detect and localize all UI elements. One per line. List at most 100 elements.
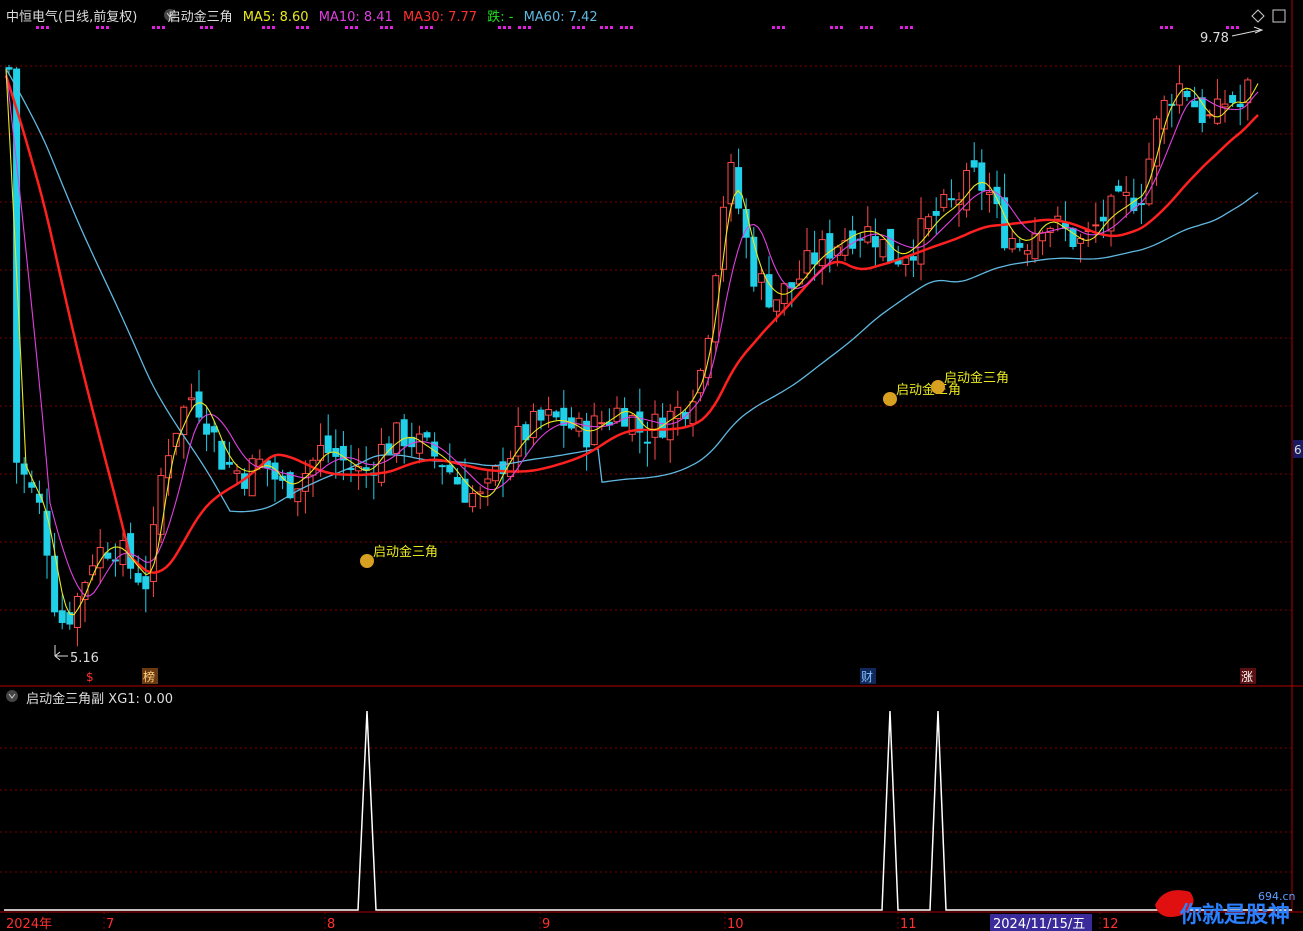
candle: [446, 443, 454, 475]
candle: [985, 172, 993, 213]
candle: [894, 245, 902, 267]
low-price-label: 5.16: [70, 651, 99, 666]
event-dot: [1165, 26, 1168, 29]
candle: [66, 601, 74, 630]
candle: [1046, 226, 1054, 248]
event-dot: [1226, 26, 1229, 29]
event-dot: [630, 26, 633, 29]
candle: [1069, 227, 1077, 250]
candle: [978, 149, 986, 211]
sub-indicator-name[interactable]: 启动金三角副: [26, 692, 104, 707]
event-dot: [157, 26, 160, 29]
x-axis-label-oct: 10: [727, 917, 744, 931]
chart-header: 中恒电气(日线,前复权) 启动金三角 MA5: 8.60 MA10: 8.41 …: [6, 6, 604, 25]
candle: [491, 464, 499, 486]
candle: [765, 256, 773, 309]
event-dot: [523, 26, 526, 29]
moving-averages: [4, 68, 1259, 616]
event-dot: [600, 26, 603, 29]
event-dot: [508, 26, 511, 29]
candle: [750, 227, 758, 292]
event-dot: [96, 26, 99, 29]
candle: [165, 438, 173, 496]
candle: [195, 370, 203, 424]
coin-icon: [931, 380, 945, 394]
ma30-value: MA30: 7.77: [402, 10, 478, 25]
event-marker-bang: 榜: [143, 669, 155, 684]
diamond-icon[interactable]: [1251, 9, 1265, 23]
event-dot: [267, 26, 270, 29]
sub-chart-header: 启动金三角副 XG1: 0.00: [4, 688, 173, 707]
candle: [1039, 230, 1047, 256]
candle: [1115, 179, 1123, 193]
x-axis-label-aug: 8: [327, 917, 335, 931]
event-dot: [296, 26, 299, 29]
event-dot: [840, 26, 843, 29]
coin-icon: [883, 392, 897, 406]
candle: [742, 198, 750, 259]
event-dot: [830, 26, 833, 29]
event-dot: [162, 26, 165, 29]
window-icon[interactable]: [1272, 9, 1286, 23]
event-dot: [1236, 26, 1239, 29]
coin-icon: [360, 554, 374, 568]
event-dot: [782, 26, 785, 29]
event-dot: [210, 26, 213, 29]
candle: [871, 218, 879, 269]
event-dot: [200, 26, 203, 29]
candle: [1054, 206, 1062, 232]
event-dot: [345, 26, 348, 29]
candle: [613, 396, 621, 424]
event-dot: [870, 26, 873, 29]
signal-label: 启动金三角: [944, 370, 1009, 386]
sub-indicator-value: XG1: 0.00: [108, 692, 174, 707]
candle: [149, 506, 157, 598]
event-dot: [900, 26, 903, 29]
event-dot: [865, 26, 868, 29]
candle: [476, 486, 484, 509]
event-dot: [577, 26, 580, 29]
candlesticks: [5, 64, 1252, 647]
chart-canvas: 启动金三角启动金三角启动金三角 9.78 5.16 6 $ 榜 财 涨 2024…: [0, 0, 1303, 931]
high-price-label: 9.78: [1200, 31, 1229, 46]
event-dot: [262, 26, 265, 29]
candle: [552, 409, 560, 421]
event-dot: [582, 26, 585, 29]
stock-title[interactable]: 中恒电气(日线,前复权): [6, 10, 137, 25]
ma60-value: MA60: 7.42: [523, 10, 598, 25]
event-dot: [355, 26, 358, 29]
event-marker-zhang: 涨: [1241, 669, 1253, 684]
xg1-line: [4, 710, 1292, 911]
event-dot: [1160, 26, 1163, 29]
candle: [917, 197, 925, 281]
candle: [1031, 217, 1039, 264]
event-dot: [625, 26, 628, 29]
candle: [529, 403, 537, 446]
event-dot: [572, 26, 575, 29]
event-dot: [430, 26, 433, 29]
candle: [1213, 78, 1221, 125]
candle: [134, 555, 142, 586]
x-axis-label-sep: 9: [542, 917, 550, 931]
event-dot: [518, 26, 521, 29]
x-axis-label-jul: 7: [106, 917, 114, 931]
candle: [355, 448, 363, 490]
indicator-name[interactable]: 启动金三角: [168, 10, 233, 25]
candle: [522, 421, 530, 458]
event-dot: [385, 26, 388, 29]
event-dots: [36, 26, 1239, 29]
event-dot: [101, 26, 104, 29]
event-dot: [380, 26, 383, 29]
event-dot: [306, 26, 309, 29]
candle: [583, 412, 591, 471]
event-dot: [610, 26, 613, 29]
x-axis-label-dec: 12: [1102, 917, 1119, 931]
candle: [879, 239, 887, 262]
candle: [727, 153, 735, 222]
event-dot: [605, 26, 608, 29]
event-dot: [905, 26, 908, 29]
event-dot: [272, 26, 275, 29]
ma10-value: MA10: 8.41: [318, 10, 393, 25]
event-dot: [777, 26, 780, 29]
candle: [1183, 88, 1191, 101]
